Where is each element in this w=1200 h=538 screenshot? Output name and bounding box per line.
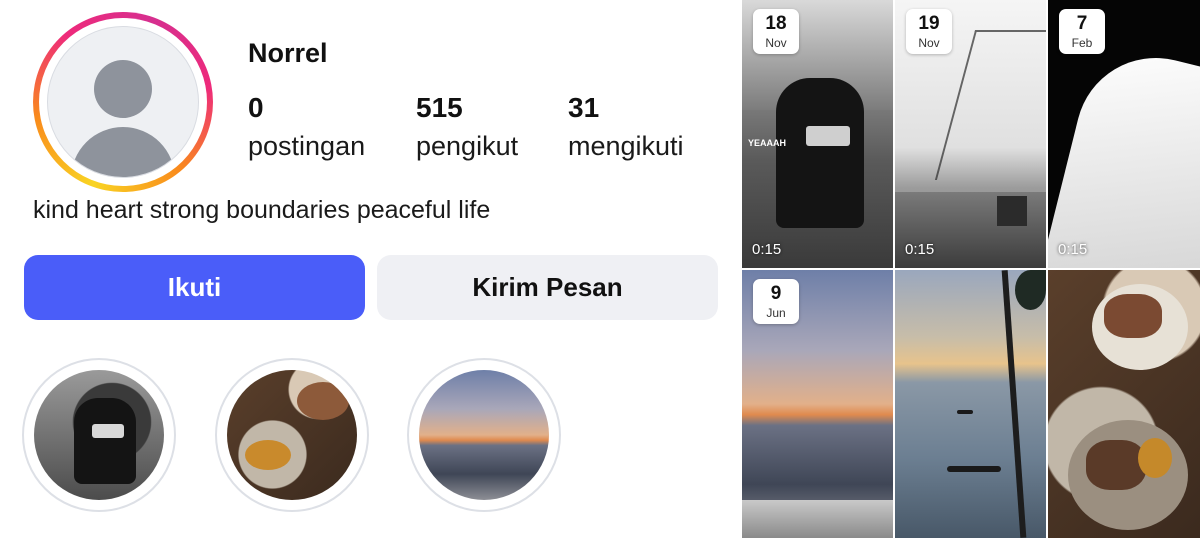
date-day: 7	[1076, 13, 1088, 34]
stat-posts[interactable]: 0 postingan	[248, 90, 365, 166]
stat-followers[interactable]: 515 pengikut	[416, 90, 518, 166]
highlight-1[interactable]	[22, 358, 176, 512]
date-month: Feb	[1071, 36, 1093, 50]
grid-tile-1[interactable]: YEAAAH 18 Nov 0:15	[742, 0, 893, 268]
bio: kind heart strong boundaries peaceful li…	[33, 196, 491, 224]
date-badge: 18 Nov	[753, 9, 799, 54]
highlight-3[interactable]	[407, 358, 561, 512]
date-month: Jun	[766, 306, 786, 320]
date-day: 19	[918, 13, 940, 34]
media-grid: YEAAAH 18 Nov 0:15 19 Nov 0:15 7 Feb 0:1…	[740, 0, 1200, 538]
stat-followers-label: pengikut	[416, 131, 519, 161]
stat-followers-value: 515	[416, 92, 463, 123]
date-badge: 9 Jun	[753, 279, 799, 324]
username: Norrel	[248, 38, 328, 68]
highlight-food-photo	[227, 370, 357, 500]
grid-tile-6[interactable]	[1048, 270, 1200, 538]
grid-tile-2[interactable]: 19 Nov 0:15	[895, 0, 1046, 268]
overlay-text: YEAAAH	[748, 138, 787, 148]
stat-following-value: 31	[568, 92, 600, 123]
date-day: 18	[765, 13, 787, 34]
date-month: Nov	[765, 36, 787, 50]
video-duration: 0:15	[752, 241, 782, 258]
grid-tile-4[interactable]: 9 Jun	[742, 270, 893, 538]
highlight-sunset-photo	[419, 370, 549, 500]
stat-following[interactable]: 31 mengikuti	[568, 90, 684, 166]
profile-panel: Norrel 0 postingan 515 pengikut 31 mengi…	[0, 0, 740, 538]
follow-button[interactable]: Ikuti	[24, 255, 365, 320]
highlight-person-photo	[34, 370, 164, 500]
grid-tile-5[interactable]	[895, 270, 1046, 538]
stat-following-label: mengikuti	[568, 131, 684, 161]
date-badge: 7 Feb	[1059, 9, 1105, 54]
stat-posts-value: 0	[248, 92, 264, 123]
default-avatar-icon	[47, 26, 199, 178]
grid-tile-3[interactable]: 7 Feb 0:15	[1048, 0, 1200, 268]
stat-posts-label: postingan	[248, 131, 366, 161]
video-duration: 0:15	[1058, 241, 1088, 258]
video-duration: 0:15	[905, 241, 935, 258]
date-month: Nov	[918, 36, 940, 50]
date-day: 9	[770, 283, 782, 304]
profile-avatar[interactable]	[33, 12, 213, 192]
message-button[interactable]: Kirim Pesan	[377, 255, 718, 320]
highlight-2[interactable]	[215, 358, 369, 512]
date-badge: 19 Nov	[906, 9, 952, 54]
